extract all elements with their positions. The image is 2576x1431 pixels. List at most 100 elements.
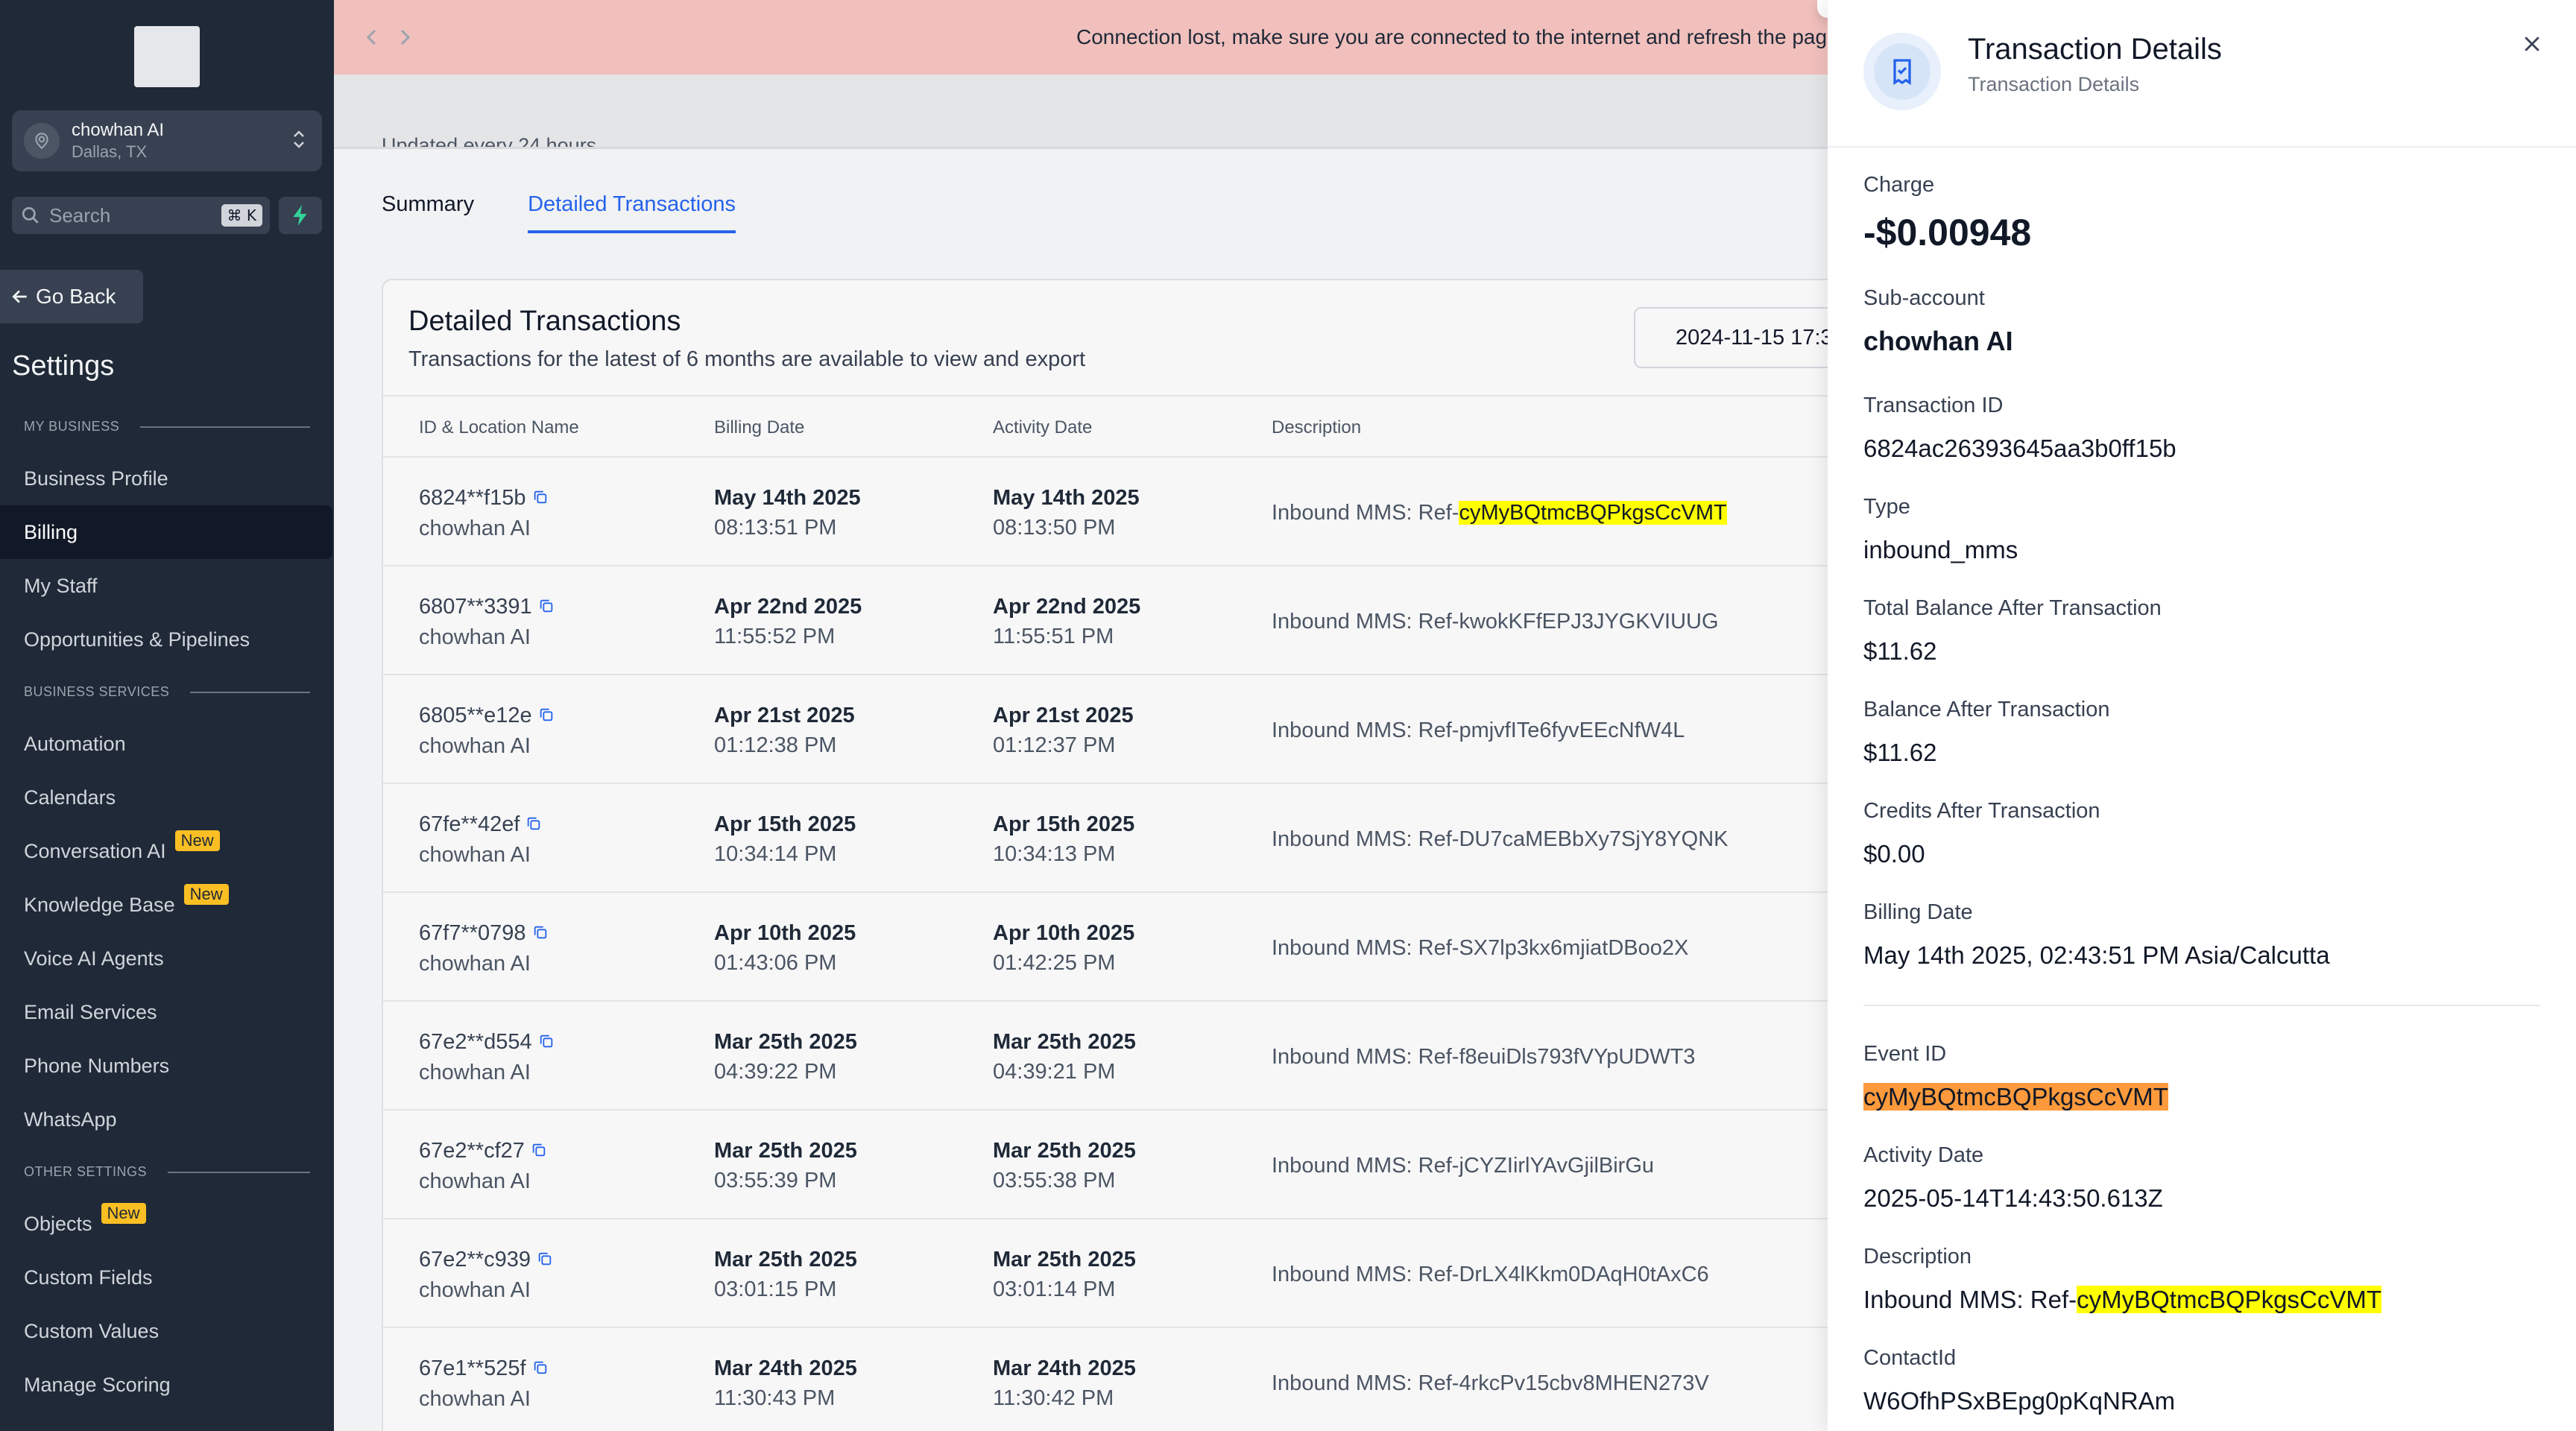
tab-summary[interactable]: Summary: [382, 192, 474, 233]
location-name: chowhan AI: [419, 734, 531, 759]
copy-icon[interactable]: [532, 1354, 549, 1384]
new-badge: New: [101, 1203, 146, 1224]
id-cell: 67f7**0798 chowhan AI: [419, 918, 549, 979]
copy-icon[interactable]: [531, 1137, 547, 1166]
copy-icon[interactable]: [537, 1245, 553, 1275]
copy-icon[interactable]: [538, 1028, 555, 1058]
transaction-id-short: 6805**e12e: [419, 704, 532, 727]
sidebar-item-billing[interactable]: Billing: [0, 505, 332, 559]
search-button[interactable]: Search ⌘ K: [12, 197, 270, 234]
sidebar-item-knowledge-base[interactable]: Knowledge Base New: [0, 878, 334, 932]
sidebar-item-conversation-ai[interactable]: Conversation AI New: [0, 824, 334, 878]
connection-lost-message: Connection lost, make sure you are conne…: [1076, 25, 1839, 48]
field-label: Billing Date: [1863, 900, 1973, 924]
sidebar-item-custom-values[interactable]: Custom Values: [0, 1304, 334, 1358]
column-header-activity-date: Activity Date: [993, 417, 1093, 437]
copy-icon[interactable]: [525, 810, 542, 840]
transaction-id-short: 6807**3391: [419, 595, 532, 619]
description-ref: jCYZIirlYAvGjilBirGu: [1459, 1154, 1655, 1178]
transaction-id-short: 67e1**525f: [419, 1356, 526, 1380]
divider: [1828, 146, 2576, 148]
location-icon: [24, 123, 60, 159]
description-cell: Inbound MMS: Ref-4rkcPv15cbv8MHEN273V: [1272, 1371, 1709, 1395]
field-credits: Credits After Transaction $0.00: [1863, 799, 2100, 868]
transaction-details-panel: Transaction Details Transaction Details …: [1828, 0, 2576, 1431]
description-ref: pmjvfITe6fyvEEcNfW4L: [1459, 718, 1685, 742]
column-header-description: Description: [1272, 417, 1362, 437]
billing-date-value: May 14th 2025, 02:43:51 PM Asia/Calcutta: [1863, 941, 2330, 969]
location-name: chowhan AI: [419, 1387, 531, 1412]
panel-title: Transaction Details: [1968, 33, 2222, 66]
id-cell: 67e2**d554 chowhan AI: [419, 1027, 555, 1087]
description-cell: Inbound MMS: Ref-kwokKFfEPJ3JYGKVIUUG: [1272, 610, 1719, 634]
field-balance: Balance After Transaction $11.62: [1863, 698, 2109, 767]
sidebar-item-voice-ai-agents[interactable]: Voice AI Agents: [0, 932, 334, 985]
copy-icon[interactable]: [538, 701, 555, 731]
section-other-settings: OTHER SETTINGS: [24, 1164, 310, 1180]
description-ref: cyMyBQtmcBQPkgsCcVMT: [2077, 1286, 2381, 1313]
sidebar-item-opportunities[interactable]: Opportunities & Pipelines: [0, 613, 334, 666]
go-back-button[interactable]: Go Back: [0, 270, 143, 323]
quick-actions-button[interactable]: [279, 197, 322, 234]
id-cell: 67fe**42ef chowhan AI: [419, 809, 542, 870]
description-ref: 4rkcPv15cbv8MHEN273V: [1459, 1371, 1709, 1395]
description-ref: SX7lp3kx6mjiatDBoo2X: [1459, 936, 1689, 960]
id-cell: 67e2**cf27 chowhan AI: [419, 1136, 547, 1196]
description-prefix: Inbound MMS: Ref-: [1863, 1286, 2077, 1313]
card-title: Detailed Transactions: [408, 306, 681, 337]
billing-tabs: Summary Detailed Transactions: [382, 192, 736, 233]
description-ref: DrLX4lKkm0DAqH0tAxC6: [1459, 1263, 1709, 1286]
copy-icon[interactable]: [532, 919, 549, 949]
account-location: Dallas, TX: [72, 142, 148, 161]
description-cell: Inbound MMS: Ref-f8euiDls793fVYpUDWT3: [1272, 1045, 1696, 1069]
billing-date-cell: Mar 25th 2025 04:39:22 PM: [714, 1030, 857, 1084]
copy-icon[interactable]: [538, 593, 555, 622]
activity-date-value: 2025-05-14T14:43:50.613Z: [1863, 1184, 2163, 1212]
activity-date-cell: Mar 25th 2025 03:55:38 PM: [993, 1139, 1136, 1192]
balance-value: $11.62: [1863, 739, 1937, 766]
activity-date-cell: Apr 15th 2025 10:34:13 PM: [993, 812, 1135, 866]
account-switcher[interactable]: chowhan AI Dallas, TX: [12, 110, 322, 171]
transaction-id-short: 67e2**c939: [419, 1248, 531, 1272]
forward-arrow-icon[interactable]: [397, 27, 413, 48]
tab-detailed-transactions[interactable]: Detailed Transactions: [528, 192, 736, 233]
transaction-id-short: 67f7**0798: [419, 921, 526, 945]
field-label: Balance After Transaction: [1863, 698, 2110, 721]
sidebar-item-manage-scoring[interactable]: Manage Scoring: [0, 1358, 334, 1412]
activity-date-cell: Mar 25th 2025 03:01:14 PM: [993, 1248, 1136, 1301]
go-back-label: Go Back: [36, 285, 116, 308]
sidebar-item-objects[interactable]: Objects New: [0, 1197, 334, 1251]
field-label: ContactId: [1863, 1346, 1957, 1370]
sidebar-item-custom-fields[interactable]: Custom Fields: [0, 1251, 334, 1304]
field-label: Event ID: [1863, 1042, 1947, 1066]
sidebar-item-automation[interactable]: Automation: [0, 717, 334, 771]
sidebar-item-calendars[interactable]: Calendars: [0, 771, 334, 824]
transaction-id-short: 67e2**d554: [419, 1030, 532, 1054]
updated-text: Updated every 24 hours: [382, 134, 597, 149]
sidebar-item-phone-numbers[interactable]: Phone Numbers: [0, 1039, 334, 1093]
charge-value: -$0.00948: [1863, 212, 2032, 253]
location-name: chowhan AI: [419, 1169, 531, 1194]
chevron-updown-icon: [291, 128, 307, 154]
sidebar: chowhan AI Dallas, TX Search ⌘ K Go Back…: [0, 0, 334, 1431]
new-badge: New: [174, 830, 220, 851]
field-total-balance: Total Balance After Transaction $11.62: [1863, 596, 2162, 666]
sidebar-item-email-services[interactable]: Email Services: [0, 985, 334, 1039]
column-header-billing-date: Billing Date: [714, 417, 805, 437]
sidebar-item-my-staff[interactable]: My Staff: [0, 559, 334, 613]
close-button[interactable]: [2515, 27, 2549, 61]
activity-date-cell: Mar 24th 2025 11:30:42 PM: [993, 1356, 1136, 1410]
description-cell: Inbound MMS: Ref-pmjvfITe6fyvEEcNfW4L: [1272, 718, 1685, 742]
card-subtitle: Transactions for the latest of 6 months …: [408, 347, 1086, 371]
section-business-services: BUSINESS SERVICES: [24, 684, 310, 700]
activity-date-cell: Apr 10th 2025 01:42:25 PM: [993, 921, 1135, 975]
activity-date-cell: Mar 25th 2025 04:39:21 PM: [993, 1030, 1136, 1084]
field-contact-id: ContactId W6OfhPSxBEpg0pKqNRAm: [1863, 1346, 2175, 1415]
field-label: Transaction ID: [1863, 394, 2004, 417]
sidebar-item-business-profile[interactable]: Business Profile: [0, 452, 334, 505]
id-cell: 6805**e12e chowhan AI: [419, 701, 555, 761]
billing-date-cell: Mar 24th 2025 11:30:43 PM: [714, 1356, 857, 1410]
sidebar-item-whatsapp[interactable]: WhatsApp: [0, 1093, 334, 1146]
back-arrow-icon[interactable]: [364, 27, 380, 48]
copy-icon[interactable]: [532, 484, 549, 514]
